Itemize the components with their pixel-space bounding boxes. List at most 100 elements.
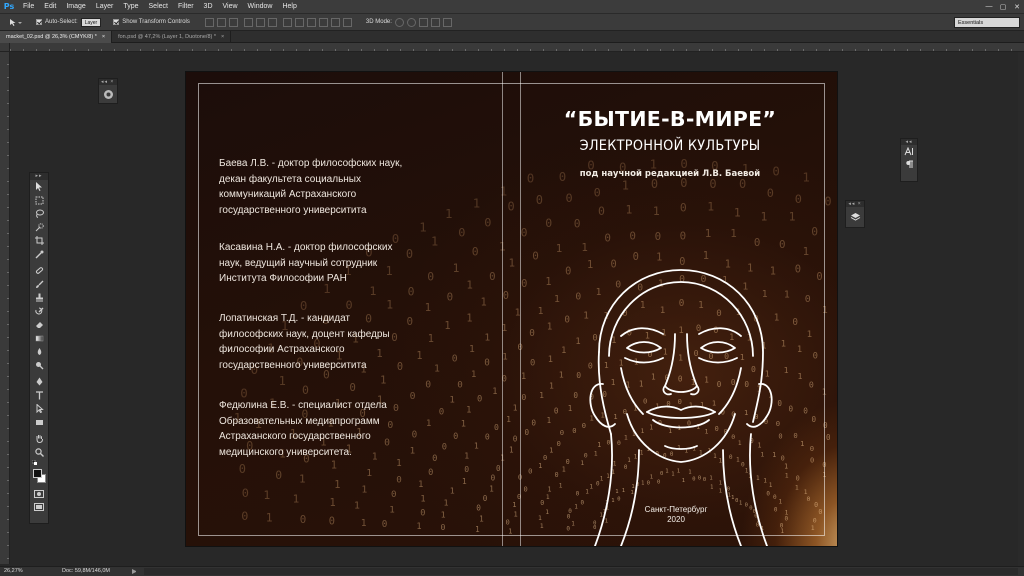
menu-layer[interactable]: Layer xyxy=(91,0,119,13)
document-canvas[interactable]: 1101010010010110111110011101101110000110… xyxy=(186,72,837,546)
menu-file[interactable]: File xyxy=(18,0,39,13)
panel-grip[interactable]: ◂◂ × xyxy=(99,79,117,85)
panel-grip[interactable]: ◂◂ × xyxy=(846,201,864,207)
gradient-icon[interactable] xyxy=(30,332,48,346)
binary-digit: 1 xyxy=(562,466,566,474)
reset-colors-icon[interactable] xyxy=(30,459,48,467)
distribute-right-icon[interactable] xyxy=(342,17,352,27)
binary-digit: 0 xyxy=(239,462,246,476)
menu-select[interactable]: Select xyxy=(144,0,173,13)
maximize-button[interactable]: ▢ xyxy=(996,0,1010,13)
menu-filter[interactable]: Filter xyxy=(173,0,199,13)
align-bottom-icon[interactable] xyxy=(228,17,238,27)
3d-roll-icon[interactable] xyxy=(406,17,416,27)
distribute-bottom-icon[interactable] xyxy=(306,17,316,27)
horizontal-scrollbar[interactable] xyxy=(144,568,1018,575)
3d-slide-icon[interactable] xyxy=(430,17,440,27)
close-button[interactable]: ✕ xyxy=(1010,0,1024,13)
rectangle-icon[interactable] xyxy=(30,416,48,430)
quick-select-icon[interactable] xyxy=(30,221,48,235)
menu-help[interactable]: Help xyxy=(277,0,301,13)
binary-digit: 0 xyxy=(513,434,518,443)
binary-digit: 0 xyxy=(822,460,826,469)
crop-icon[interactable] xyxy=(30,234,48,248)
type-icon[interactable] xyxy=(30,389,48,403)
marquee-icon[interactable] xyxy=(30,194,48,208)
align-top-icon[interactable] xyxy=(204,17,214,27)
hand-icon[interactable] xyxy=(30,432,48,446)
auto-select-dropdown[interactable]: Layer xyxy=(80,17,102,27)
healing-icon[interactable] xyxy=(30,264,48,278)
eraser-icon[interactable] xyxy=(30,318,48,332)
align-left-icon[interactable] xyxy=(243,17,253,27)
3d-scale-icon[interactable] xyxy=(442,17,452,27)
binary-digit: 0 xyxy=(651,177,658,191)
eyedropper-icon[interactable] xyxy=(30,248,48,262)
document-size[interactable]: Doc: 59,8M/146,0M xyxy=(62,567,110,576)
dodge-icon[interactable] xyxy=(30,359,48,373)
lasso-icon[interactable] xyxy=(30,207,48,221)
binary-digit: 0 xyxy=(457,380,463,391)
menu-3d[interactable]: 3D xyxy=(199,0,218,13)
character-panel-icon[interactable] xyxy=(901,145,917,158)
menu-image[interactable]: Image xyxy=(61,0,90,13)
pen-icon[interactable] xyxy=(30,375,48,389)
binary-digit: 0 xyxy=(655,230,662,243)
zoom-icon[interactable] xyxy=(30,446,48,460)
close-tab-icon[interactable]: × xyxy=(221,34,224,40)
menu-window[interactable]: Window xyxy=(243,0,278,13)
paragraph-panel-icon[interactable] xyxy=(901,158,917,171)
binary-digit: 1 xyxy=(575,337,580,347)
tools-panel-grip[interactable]: ▸▸ xyxy=(30,173,48,180)
brush-icon[interactable] xyxy=(30,278,48,292)
3d-rotate-icon[interactable] xyxy=(394,17,404,27)
binary-digit: 1 xyxy=(539,390,544,400)
zoom-level[interactable]: 26,27% xyxy=(4,567,23,576)
tab-fon[interactable]: fon.psd @ 47,2% (Layer 1, Duotone/8) * × xyxy=(112,31,232,43)
menu-view[interactable]: View xyxy=(218,0,243,13)
path-select-icon[interactable] xyxy=(30,402,48,416)
binary-digit: 0 xyxy=(811,226,818,239)
menu-type[interactable]: Type xyxy=(118,0,143,13)
layers-panel-icon[interactable] xyxy=(846,207,864,227)
menu-edit[interactable]: Edit xyxy=(39,0,61,13)
binary-digit: 1 xyxy=(500,183,507,198)
3d-pan-icon[interactable] xyxy=(418,17,428,27)
vertical-scrollbar[interactable] xyxy=(1018,52,1024,566)
distribute-top-icon[interactable] xyxy=(282,17,292,27)
tab-macket[interactable]: macket_02.psd @ 26,3% (CMYK/8) * × xyxy=(0,31,113,43)
binary-digit: 0 xyxy=(824,195,831,209)
workspace-switcher[interactable]: Essentials xyxy=(954,17,1020,28)
align-right-icon[interactable] xyxy=(267,17,277,27)
binary-digit: 1 xyxy=(784,365,789,375)
align-hcenter-icon[interactable] xyxy=(255,17,265,27)
vertical-ruler[interactable] xyxy=(0,52,10,564)
move-tool-preset-icon[interactable] xyxy=(8,18,22,27)
recycle-panel-icon[interactable] xyxy=(99,85,117,103)
minimize-button[interactable]: — xyxy=(982,0,996,13)
distribute-hcenter-icon[interactable] xyxy=(330,17,340,27)
quick-mask-icon[interactable] xyxy=(30,487,48,501)
screen-mode-icon[interactable] xyxy=(30,501,48,515)
binary-digit: 1 xyxy=(513,403,518,413)
binary-digit: 1 xyxy=(444,497,449,507)
binary-digit: 1 xyxy=(386,298,393,312)
distribute-vcenter-icon[interactable] xyxy=(294,17,304,27)
status-menu-arrow-icon[interactable] xyxy=(132,569,136,574)
ruler-origin[interactable] xyxy=(0,43,10,52)
binary-digit: 0 xyxy=(792,317,798,328)
show-transform-controls-checkbox[interactable]: Show Transform Controls xyxy=(113,19,190,25)
foreground-color-swatch[interactable] xyxy=(33,469,42,478)
move-icon[interactable] xyxy=(30,180,48,194)
align-vcenter-icon[interactable] xyxy=(216,17,226,27)
close-tab-icon[interactable]: × xyxy=(102,34,105,40)
blur-icon[interactable] xyxy=(30,345,48,359)
history-brush-icon[interactable] xyxy=(30,305,48,319)
binary-digit: 0 xyxy=(574,218,581,231)
auto-select-checkbox[interactable]: Auto-Select: xyxy=(36,19,78,25)
binary-digit: 1 xyxy=(512,500,516,509)
binary-digit: 1 xyxy=(331,459,337,471)
clone-stamp-icon[interactable] xyxy=(30,291,48,305)
horizontal-ruler[interactable] xyxy=(10,43,1024,52)
distribute-left-icon[interactable] xyxy=(318,17,328,27)
